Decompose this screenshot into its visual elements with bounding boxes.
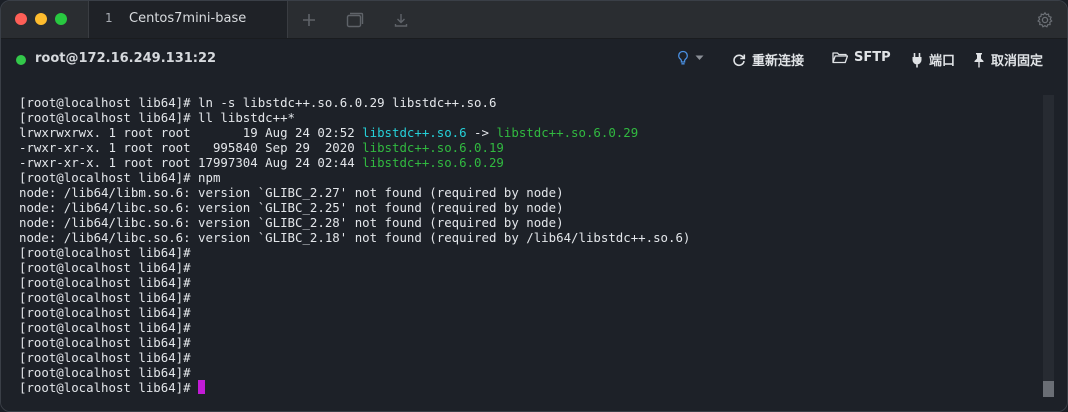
terminal-text: [root@localhost lib64]# — [19, 350, 191, 365]
terminal-line: -rwxr-xr-x. 1 root root 17997304 Aug 24 … — [19, 155, 690, 170]
sftp-label: SFTP — [854, 50, 891, 65]
terminal-text: [root@localhost lib64]# — [19, 305, 191, 320]
terminal-line: [root@localhost lib64]# npm — [19, 170, 690, 185]
terminal-line: -rwxr-xr-x. 1 root root 995840 Sep 29 20… — [19, 140, 690, 155]
terminal-output[interactable]: [root@localhost lib64]# ln -s libstdc++.… — [1, 79, 1067, 411]
terminal-text: [root@localhost lib64]# ln -s libstdc++.… — [19, 95, 497, 110]
terminal-app-window: 1 Centos7mini-base root@172.16.249.131:2… — [0, 0, 1068, 412]
terminal-text: [root@localhost lib64]# ll libstdc++* — [19, 110, 296, 125]
title-bar: 1 Centos7mini-base — [1, 1, 1067, 39]
terminal-text: [root@localhost lib64]# — [19, 380, 199, 395]
terminal-line: lrwxrwxrwx. 1 root root 19 Aug 24 02:52 … — [19, 125, 690, 140]
gear-icon[interactable] — [1035, 10, 1055, 30]
session-host: root@172.16.249.131:22 — [35, 51, 217, 66]
terminal-text: -rwxr-xr-x. 1 root root 17997304 Aug 24 … — [19, 155, 363, 170]
tab-index: 1 — [105, 11, 113, 25]
terminal-text: [root@localhost lib64]# — [19, 365, 191, 380]
terminal-line: [root@localhost lib64]# — [19, 335, 690, 350]
terminal-text: node: /lib64/libm.so.6: version `GLIBC_2… — [19, 185, 564, 200]
chevron-down-icon — [695, 55, 704, 60]
terminal-line: node: /lib64/libc.so.6: version `GLIBC_2… — [19, 230, 690, 245]
zoom-window-button[interactable] — [55, 13, 67, 25]
terminal-text: libstdc++.so.6.0.29 — [496, 125, 639, 140]
terminal-line: [root@localhost lib64]# — [19, 350, 690, 365]
connection-status-dot — [16, 55, 26, 65]
close-window-button[interactable] — [15, 13, 27, 25]
download-icon[interactable] — [391, 10, 411, 30]
terminal-text: [root@localhost lib64]# — [19, 275, 191, 290]
tab-session[interactable]: 1 Centos7mini-base — [88, 1, 288, 38]
port-forward-button[interactable]: 端口 — [911, 50, 955, 69]
terminal-line: [root@localhost lib64]# — [19, 320, 690, 335]
lightbulb-icon — [678, 50, 688, 65]
terminal-line: node: /lib64/libm.so.6: version `GLIBC_2… — [19, 185, 690, 200]
terminal-text: lrwxrwxrwx. 1 root root 19 Aug 24 02:52 — [19, 125, 363, 140]
unpin-button[interactable]: 取消固定 — [973, 50, 1043, 69]
terminal-scrollbar[interactable] — [1043, 95, 1054, 397]
terminal-text: node: /lib64/libc.so.6: version `GLIBC_2… — [19, 200, 564, 215]
terminal-text: libstdc++.so.6.0.19 — [362, 140, 504, 155]
scrollbar-thumb[interactable] — [1043, 381, 1054, 397]
plug-icon — [912, 52, 922, 67]
reconnect-label: 重新连接 — [752, 54, 805, 69]
terminal-line: [root@localhost lib64]# ln -s libstdc++.… — [19, 95, 690, 110]
tips-dropdown[interactable] — [677, 50, 710, 66]
terminal-text: [root@localhost lib64]# — [19, 335, 191, 350]
terminal-text: [root@localhost lib64]# — [19, 290, 191, 305]
tab-title: Centos7mini-base — [129, 11, 247, 26]
terminal-text: [root@localhost lib64]# — [19, 245, 191, 260]
terminal-text: libstdc++.so.6 — [362, 125, 467, 140]
terminal-line: [root@localhost lib64]# — [19, 305, 690, 320]
refresh-icon — [733, 53, 746, 66]
terminal-text: -> — [466, 125, 497, 140]
session-toolbar: root@172.16.249.131:22 重新连接 SFTP 端口 取消固定 — [1, 39, 1067, 79]
terminal-text: -rwxr-xr-x. 1 root root 995840 Sep 29 20… — [19, 140, 363, 155]
terminal-text: node: /lib64/libc.so.6: version `GLIBC_2… — [19, 215, 564, 230]
terminal-lines: [root@localhost lib64]# ln -s libstdc++.… — [19, 95, 690, 395]
terminal-line: [root@localhost lib64]# — [19, 380, 690, 395]
unpin-label: 取消固定 — [991, 54, 1044, 69]
terminal-text: [root@localhost lib64]# — [19, 320, 191, 335]
terminal-line: node: /lib64/libc.so.6: version `GLIBC_2… — [19, 215, 690, 230]
terminal-line: node: /lib64/libc.so.6: version `GLIBC_2… — [19, 200, 690, 215]
reconnect-button[interactable]: 重新连接 — [732, 50, 804, 69]
terminal-line: [root@localhost lib64]# — [19, 365, 690, 380]
port-label: 端口 — [929, 54, 956, 69]
sftp-button[interactable]: SFTP — [832, 50, 891, 65]
terminal-line: [root@localhost lib64]# — [19, 245, 690, 260]
pin-icon — [974, 52, 984, 67]
terminal-line: [root@localhost lib64]# — [19, 260, 690, 275]
terminal-line: [root@localhost lib64]# — [19, 275, 690, 290]
terminal-text: node: /lib64/libc.so.6: version `GLIBC_2… — [19, 230, 691, 245]
terminal-text: libstdc++.so.6.0.29 — [362, 155, 504, 170]
folder-icon — [832, 52, 848, 64]
windows-icon[interactable] — [345, 10, 365, 30]
terminal-cursor — [198, 380, 206, 394]
plus-icon[interactable] — [299, 10, 319, 30]
minimize-window-button[interactable] — [35, 13, 47, 25]
terminal-line: [root@localhost lib64]# ll libstdc++* — [19, 110, 690, 125]
terminal-line: [root@localhost lib64]# — [19, 290, 690, 305]
terminal-text: [root@localhost lib64]# npm — [19, 170, 221, 185]
terminal-text: [root@localhost lib64]# — [19, 260, 191, 275]
